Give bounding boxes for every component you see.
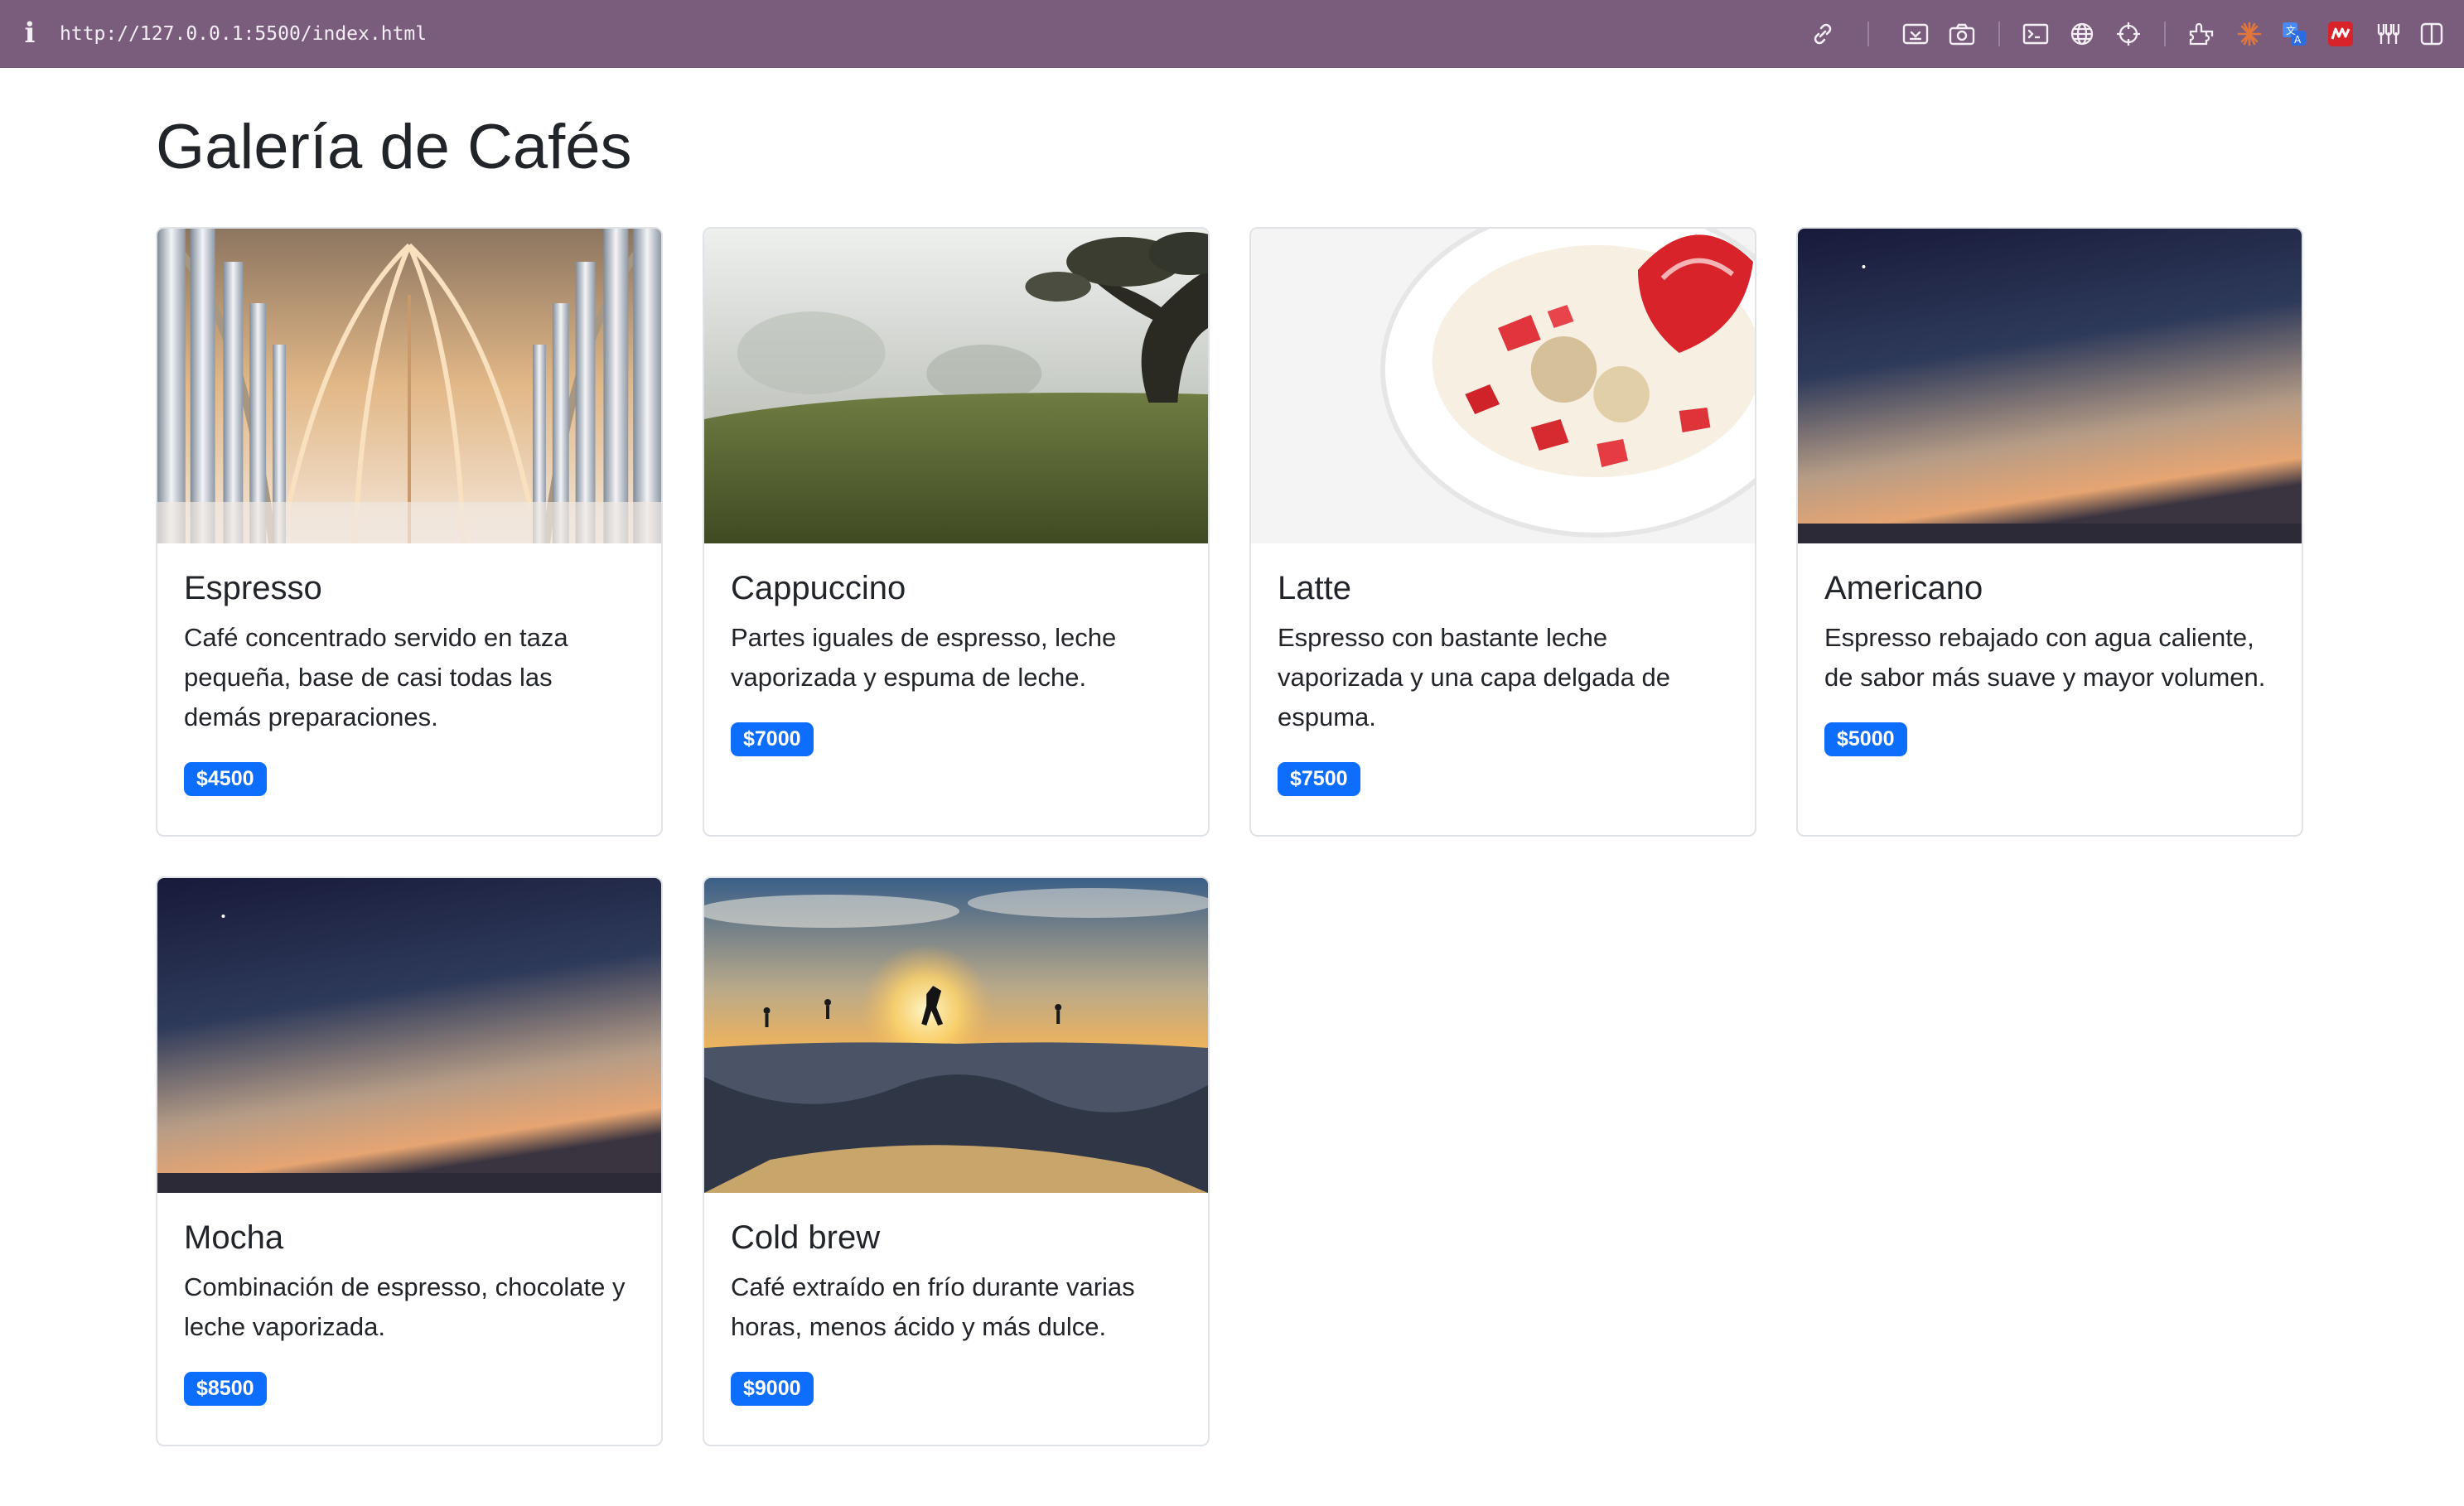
crosshair-icon[interactable]: [2113, 18, 2144, 50]
card-title: Cold brew: [731, 1219, 881, 1256]
card-latte: Latte Espresso con bastante leche vapori…: [1249, 227, 1756, 837]
price-badge: $8500: [184, 1372, 267, 1406]
card-title: Espresso: [184, 570, 322, 606]
card-description: Espresso con bastante leche vaporizada y…: [1278, 623, 1670, 731]
card-image: [1798, 229, 2302, 543]
spark-icon[interactable]: [2234, 18, 2265, 50]
translate-icon[interactable]: 文A: [2278, 18, 2310, 50]
card-espresso: Espresso Café concentrado servido en taz…: [156, 227, 663, 837]
svg-text:A: A: [2294, 34, 2302, 46]
mendeley-icon[interactable]: [2325, 18, 2356, 50]
card-description: Combinación de espresso, chocolate y lec…: [184, 1272, 626, 1341]
card-title: Latte: [1278, 570, 1351, 606]
card-title: Mocha: [184, 1219, 284, 1256]
camera-icon[interactable]: [1946, 18, 1978, 50]
terminal-icon[interactable]: [2020, 18, 2051, 50]
tools-icon[interactable]: [2371, 18, 2403, 50]
card-cold-brew: Cold brew Café extraído en frío durante …: [703, 876, 1210, 1446]
card-cappuccino: Cappuccino Partes iguales de espresso, l…: [703, 227, 1210, 837]
globe-icon[interactable]: [2066, 18, 2098, 50]
extension-icon[interactable]: [2186, 18, 2217, 50]
card-mocha: Mocha Combinación de espresso, chocolate…: [156, 876, 663, 1446]
price-badge: $9000: [731, 1372, 814, 1406]
screenshot-icon[interactable]: [1900, 18, 1931, 50]
info-icon[interactable]: i: [20, 15, 40, 51]
card-image: [704, 878, 1208, 1193]
link-icon[interactable]: [1807, 18, 1838, 50]
card-image: [157, 229, 661, 543]
price-badge: $5000: [1824, 722, 1907, 756]
card-image: [1251, 229, 1755, 543]
card-image: [704, 229, 1208, 543]
card-description: Espresso rebajado con agua caliente, de …: [1824, 623, 2266, 692]
card-description: Café concentrado servido en taza pequeña…: [184, 623, 568, 731]
price-badge: $4500: [184, 762, 267, 796]
price-badge: $7000: [731, 722, 814, 756]
browser-toolbar: i http://127.0.0.1:5500/index.html 文A: [0, 0, 2464, 68]
price-badge: $7500: [1278, 762, 1360, 796]
sidebar-icon[interactable]: [2416, 18, 2447, 50]
card-title: Cappuccino: [731, 570, 906, 606]
page-title: Galería de Cafés: [156, 112, 632, 182]
card-description: Café extraído en frío durante varias hor…: [731, 1272, 1135, 1341]
card-title: Americano: [1824, 570, 1983, 606]
card-description: Partes iguales de espresso, leche vapori…: [731, 623, 1117, 692]
card-americano: Americano Espresso rebajado con agua cal…: [1796, 227, 2303, 837]
card-image: [157, 878, 661, 1193]
address-bar-url[interactable]: http://127.0.0.1:5500/index.html: [60, 20, 427, 48]
